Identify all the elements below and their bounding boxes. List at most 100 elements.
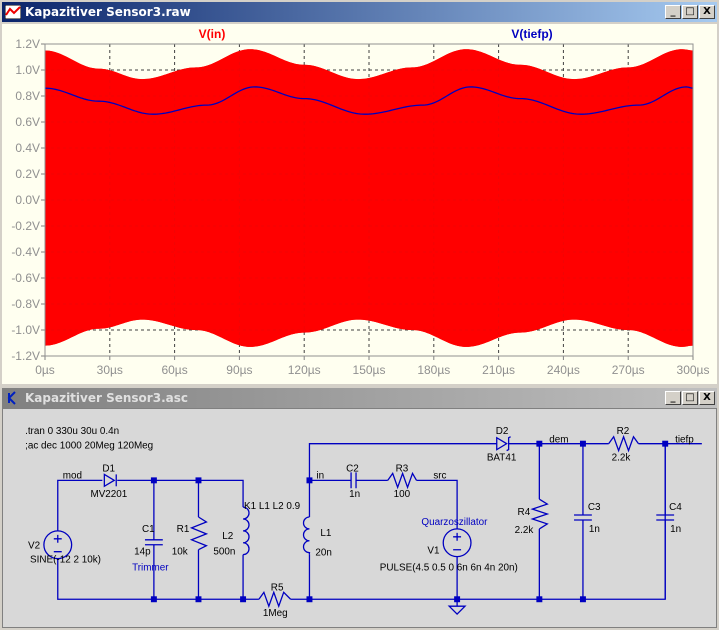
x-tick-label: 210µs (482, 363, 515, 377)
resistor-r4-icon (530, 498, 550, 530)
c2-name[interactable]: C2 (346, 463, 359, 474)
y-tick-label: 0.2V (15, 167, 40, 181)
v1-value[interactable]: PULSE(4.5 0.5 0 6n 6n 4n 20n) (380, 563, 518, 574)
net-label-in: in (316, 470, 324, 481)
wires (57, 443, 702, 600)
y-tick-label: -0.6V (11, 271, 40, 285)
r2-name[interactable]: R2 (617, 426, 630, 437)
y-tick-label: -0.8V (11, 297, 40, 311)
maximize-button[interactable]: □ (682, 391, 698, 405)
minimize-button[interactable]: _ (665, 5, 681, 19)
waveform-title-bar[interactable]: Kapazitiver Sensor3.raw _ □ X (2, 2, 717, 22)
d1-name[interactable]: D1 (102, 463, 115, 474)
r4-value[interactable]: 2.2k (515, 525, 534, 536)
l1-value[interactable]: 20n (315, 548, 332, 559)
x-tick-label: 90µs (226, 363, 252, 377)
net-label-tiefp: tiefp (675, 435, 694, 446)
d2-name[interactable]: D2 (496, 426, 509, 437)
d2-value[interactable]: BAT41 (487, 453, 517, 464)
net-label-src: src (433, 470, 446, 481)
close-button[interactable]: X (699, 391, 715, 405)
legend-v-in: V(in) (199, 27, 226, 41)
r4-name[interactable]: R4 (518, 507, 531, 518)
c3-value[interactable]: 1n (589, 524, 600, 535)
v2-value[interactable]: SINE(-12 2 10k) (30, 555, 101, 566)
legend-v-tiefp: V(tiefp) (511, 27, 552, 41)
c1-value[interactable]: 14p (134, 547, 151, 558)
l2-name[interactable]: L2 (222, 531, 233, 542)
tran-directive[interactable]: .tran 0 330u 30u 0.4n (25, 426, 119, 437)
capacitor-c2-icon (350, 472, 357, 489)
y-tick-label: -0.2V (11, 219, 40, 233)
source-v1-icon (442, 528, 472, 558)
schematic-window: Kapazitiver Sensor3.asc _ □ X .tran 0 33… (0, 386, 719, 630)
k1-directive[interactable]: K1 L1 L2 0.9 (244, 501, 301, 512)
resistor-r5-icon (258, 590, 292, 609)
y-tick-label: 0.4V (15, 141, 40, 155)
r3-value[interactable]: 100 (394, 489, 411, 500)
r3-name[interactable]: R3 (396, 463, 409, 474)
ac-directive[interactable]: ;ac dec 1000 20Meg 120Meg (25, 441, 153, 452)
y-tick-label: 0.0V (15, 193, 40, 207)
x-tick-label: 270µs (612, 363, 645, 377)
waveform-plot[interactable]: 0µs 30µs 60µs 90µs 120µs 150µs 180µs 210µs 240µs… (2, 24, 717, 384)
x-tick-label: 180µs (417, 363, 450, 377)
x-tick-label: 300µs (677, 363, 710, 377)
components (43, 434, 675, 616)
y-tick-label: 1.2V (15, 37, 40, 51)
d1-value[interactable]: MV2201 (90, 489, 127, 500)
close-button[interactable]: X (699, 5, 715, 19)
schematic-app-icon (5, 391, 21, 405)
r1-name[interactable]: R1 (177, 524, 190, 535)
y-tick-label: 0.8V (15, 89, 40, 103)
c2-value[interactable]: 1n (349, 489, 360, 500)
c1-name[interactable]: C1 (142, 524, 155, 535)
r1-value[interactable]: 10k (172, 547, 188, 558)
schematic-title-bar[interactable]: Kapazitiver Sensor3.asc _ □ X (2, 388, 717, 408)
diode-d1-icon (103, 473, 117, 488)
waveform-title: Kapazitiver Sensor3.raw (25, 5, 191, 19)
y-tick-label: -1.0V (11, 323, 40, 337)
capacitor-c1-icon (144, 539, 163, 546)
capacitor-c3-icon (574, 514, 592, 521)
r2-value[interactable]: 2.2k (612, 453, 631, 464)
diode-d2-icon (496, 436, 511, 452)
x-tick-label: 30µs (97, 363, 123, 377)
net-label-dem: dem (549, 435, 568, 446)
schematic-title: Kapazitiver Sensor3.asc (25, 391, 188, 405)
x-tick-label: 150µs (353, 363, 386, 377)
series-v-in-fill (45, 49, 693, 347)
inductor-l1-icon (302, 516, 311, 555)
inductor-l2-icon (242, 506, 250, 556)
y-tick-label: -1.2V (11, 349, 40, 363)
r5-name[interactable]: R5 (271, 582, 284, 593)
resistor-r1-icon (189, 516, 209, 551)
x-tick-label: 240µs (547, 363, 580, 377)
l1-name[interactable]: L1 (320, 528, 332, 539)
x-tick-label: 60µs (161, 363, 187, 377)
v1-comment[interactable]: Quarzoszillator (421, 517, 488, 528)
junctions (150, 440, 669, 603)
ground-icon (447, 605, 467, 616)
r5-value[interactable]: 1Meg (263, 608, 288, 619)
schematic-canvas[interactable]: .tran 0 330u 30u 0.4n ;ac dec 1000 20Meg… (2, 408, 717, 628)
y-tick-label: 1.0V (15, 63, 40, 77)
waveform-app-icon (4, 4, 22, 20)
v2-name[interactable]: V2 (28, 541, 40, 552)
maximize-button[interactable]: □ (682, 5, 698, 19)
l2-value[interactable]: 500n (213, 547, 235, 558)
c4-value[interactable]: 1n (670, 524, 681, 535)
resistor-r2-icon (608, 434, 639, 453)
x-tick-label: 120µs (288, 363, 321, 377)
c4-name[interactable]: C4 (669, 502, 682, 513)
x-tick-label: 0µs (35, 363, 55, 377)
c1-comment[interactable]: Trimmer (132, 563, 169, 574)
resistor-r3-icon (387, 471, 418, 490)
minimize-button[interactable]: _ (665, 391, 681, 405)
c3-name[interactable]: C3 (588, 502, 601, 513)
y-tick-label: -0.4V (11, 245, 40, 259)
v1-name[interactable]: V1 (427, 546, 440, 557)
waveform-window: Kapazitiver Sensor3.raw _ □ X 0µs 30µs 60µ… (0, 0, 719, 384)
net-label-mod: mod (63, 470, 82, 481)
y-tick-label: 0.6V (15, 115, 40, 129)
